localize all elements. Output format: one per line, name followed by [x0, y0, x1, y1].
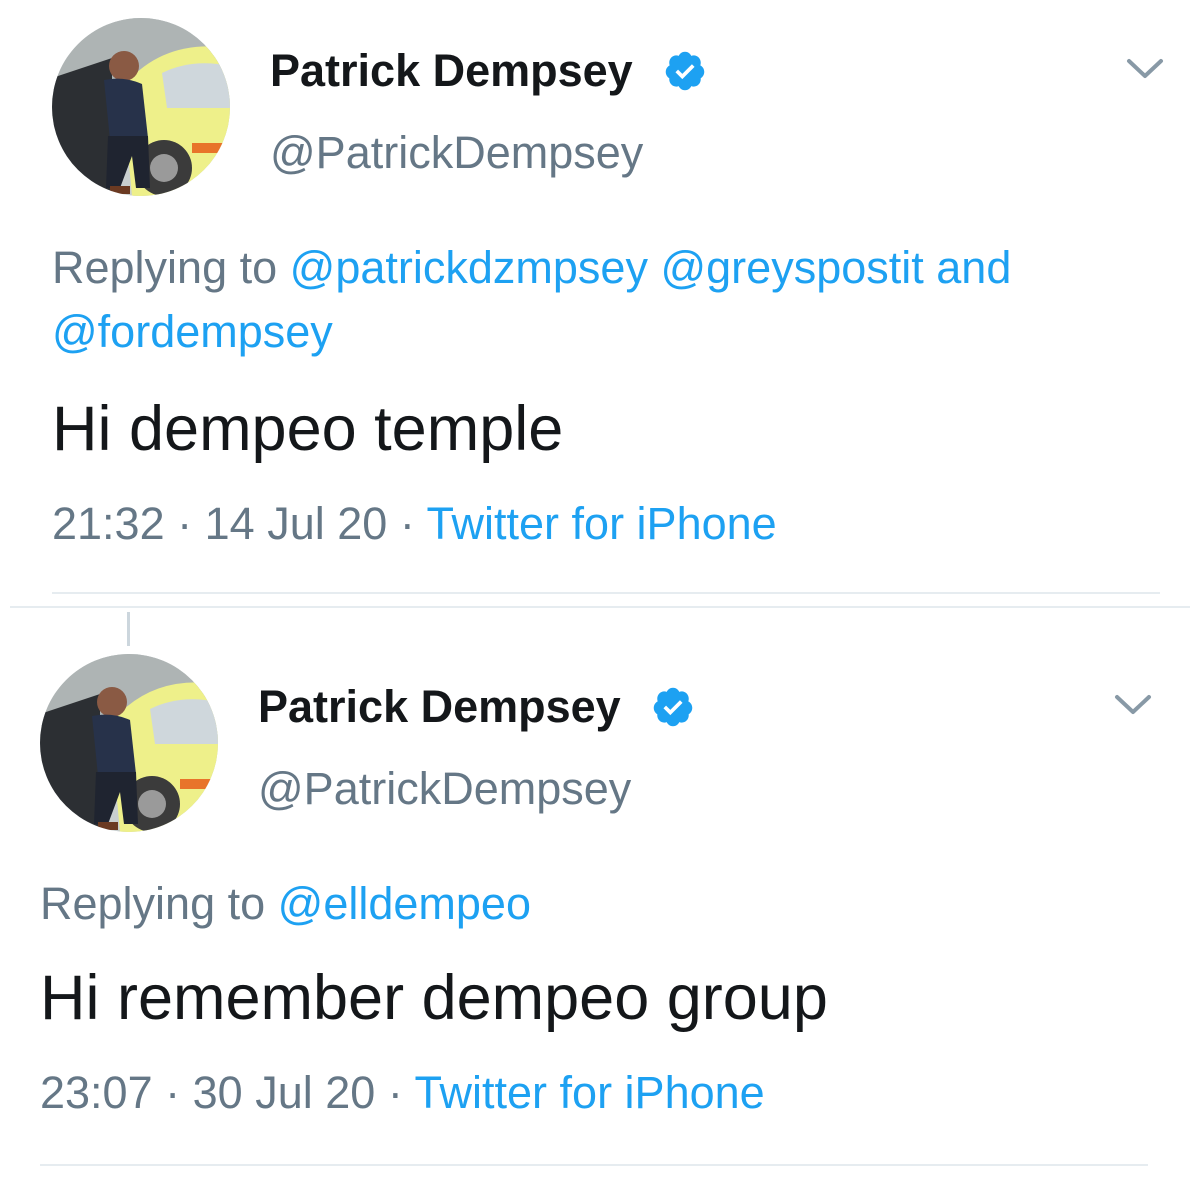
- tweet-meta: 21:32 · 14 Jul 20 · Twitter for iPhone: [52, 501, 777, 546]
- mention-link[interactable]: @fordempsey: [52, 306, 333, 357]
- tweet: Patrick Dempsey @PatrickDempsey Replying…: [0, 0, 1200, 600]
- avatar-photo: [40, 654, 218, 832]
- meta-separator: ·: [165, 1067, 181, 1118]
- avatar[interactable]: [40, 654, 218, 832]
- mention-link[interactable]: @patrickdzmpsey: [290, 242, 648, 293]
- chevron-down-icon[interactable]: [1125, 56, 1165, 82]
- mention-joiner: and: [936, 242, 1012, 293]
- replying-to-label: Replying to: [52, 242, 278, 293]
- tweet-source-link[interactable]: Twitter for iPhone: [415, 1067, 765, 1118]
- author-name[interactable]: Patrick Dempsey: [258, 684, 621, 729]
- author-name[interactable]: Patrick Dempsey: [270, 48, 633, 93]
- replying-to: Replying to @elldempeo: [40, 872, 1140, 936]
- meta-separator: ·: [399, 498, 415, 549]
- meta-separator: ·: [177, 498, 193, 549]
- meta-separator: ·: [387, 1067, 403, 1118]
- replying-to: Replying to @patrickdzmpsey @greyspostit…: [52, 236, 1152, 364]
- chevron-down-icon[interactable]: [1113, 692, 1153, 718]
- author-handle[interactable]: @PatrickDempsey: [270, 130, 643, 175]
- replying-to-label: Replying to: [40, 878, 266, 929]
- tweet-source-link[interactable]: Twitter for iPhone: [427, 498, 777, 549]
- mention-link[interactable]: @greyspostit: [660, 242, 923, 293]
- thread-divider: [10, 606, 1190, 608]
- tweet: Patrick Dempsey @PatrickDempsey Replying…: [0, 612, 1200, 1200]
- author-handle[interactable]: @PatrickDempsey: [258, 766, 631, 811]
- tweet-date: 30 Jul 20: [192, 1067, 376, 1118]
- tweet-time: 21:32: [52, 498, 165, 549]
- tweet-meta: 23:07 · 30 Jul 20 · Twitter for iPhone: [40, 1070, 765, 1115]
- tweet-time: 23:07: [40, 1067, 153, 1118]
- mention-link[interactable]: @elldempeo: [278, 878, 531, 929]
- avatar-photo: [52, 18, 230, 196]
- tweet-date: 14 Jul 20: [204, 498, 388, 549]
- verified-badge-icon: [653, 687, 693, 727]
- tweet-text: Hi remember dempeo group: [40, 963, 828, 1033]
- tweet-divider: [40, 1164, 1148, 1166]
- tweet-divider: [52, 592, 1160, 594]
- avatar[interactable]: [52, 18, 230, 196]
- verified-badge-icon: [665, 51, 705, 91]
- tweet-text: Hi dempeo temple: [52, 394, 564, 464]
